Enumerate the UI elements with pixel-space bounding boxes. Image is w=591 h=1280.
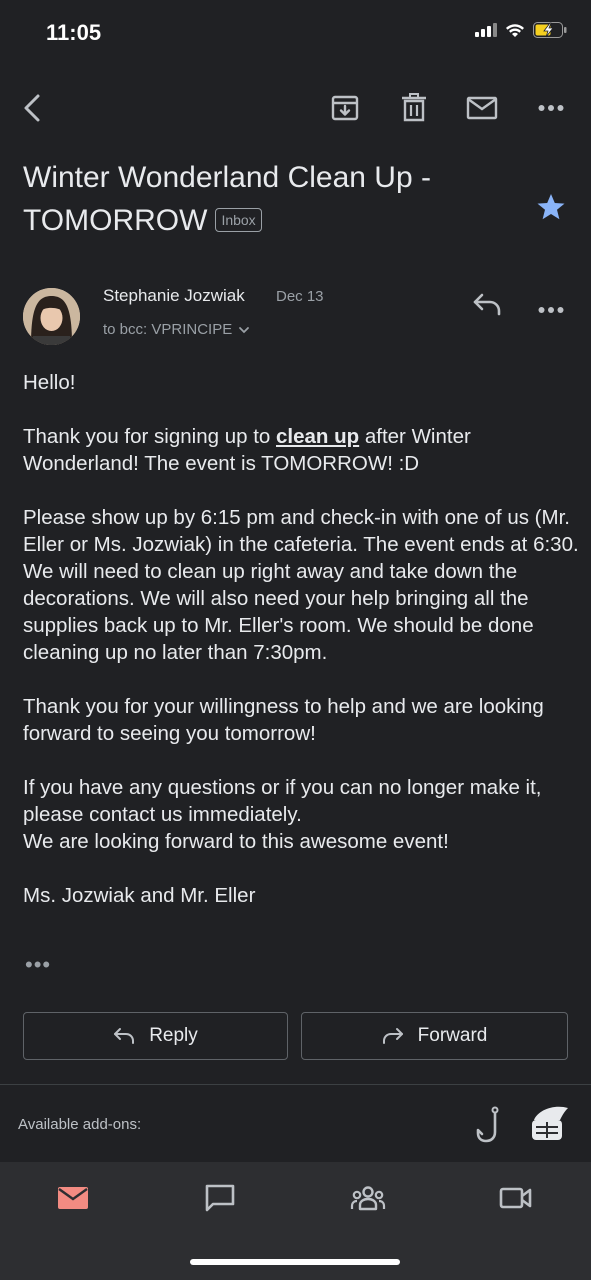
wifi-icon	[506, 23, 524, 37]
sender-avatar[interactable]	[23, 288, 80, 345]
reply-icon	[114, 1028, 135, 1044]
show-trimmed-content-button[interactable]: •••	[25, 952, 51, 978]
nav-spaces-tab[interactable]	[350, 1180, 386, 1216]
nav-mail-tab[interactable]	[55, 1180, 91, 1216]
email-subject: Winter Wonderland Clean Up - TOMORROW Inb…	[23, 156, 483, 242]
nav-meet-tab[interactable]	[498, 1180, 534, 1216]
hook-addon-icon	[476, 1106, 499, 1143]
notes-addon-icon	[532, 1106, 568, 1140]
reply-button[interactable]: Reply	[23, 1012, 288, 1060]
body-paragraph: Please show up by 6:15 pm and check-in w…	[23, 506, 579, 664]
body-text-segment: Thank you for signing up to	[23, 425, 276, 448]
divider	[0, 1084, 591, 1085]
archive-icon	[331, 95, 359, 121]
clean-up-link[interactable]: clean up	[276, 425, 359, 448]
home-indicator[interactable]	[190, 1259, 400, 1265]
chat-icon	[205, 1184, 235, 1212]
signal-icon	[475, 23, 497, 37]
archive-button[interactable]	[329, 92, 361, 124]
greeting: Hello!	[23, 371, 76, 394]
addons-label: Available add-ons:	[18, 1116, 142, 1133]
body-paragraph: We are looking forward to this awesome e…	[23, 830, 449, 853]
star-button[interactable]	[536, 193, 566, 226]
status-icons	[475, 22, 567, 38]
delete-icon	[402, 93, 426, 122]
reply-quick-button[interactable]	[472, 292, 502, 321]
body-paragraph: Thank you for signing up to clean up aft…	[23, 423, 583, 477]
nav-chat-tab[interactable]	[202, 1180, 238, 1216]
recipients-toggle[interactable]: to bcc: VPRINCIPE	[103, 321, 250, 338]
back-icon	[24, 94, 40, 122]
hook-addon-button[interactable]	[472, 1106, 502, 1149]
forward-icon	[382, 1028, 403, 1044]
sent-date: Dec 13	[276, 288, 324, 305]
inbox-label-badge[interactable]: Inbox	[215, 208, 262, 232]
more-icon	[538, 105, 564, 111]
body-paragraph: If you have any questions or if you can …	[23, 776, 542, 826]
recipients-text: to bcc: VPRINCIPE	[103, 321, 233, 338]
sender-name[interactable]: Stephanie Jozwiak	[103, 286, 245, 306]
status-time: 11:05	[46, 20, 102, 45]
reply-icon	[473, 293, 501, 316]
avatar-photo-icon	[23, 288, 80, 345]
chevron-down-icon	[239, 326, 250, 333]
mark-unread-button[interactable]	[466, 92, 498, 124]
battery-charging-icon	[533, 22, 567, 38]
more-icon	[538, 307, 564, 313]
more-options-button[interactable]	[535, 92, 567, 124]
back-button[interactable]	[16, 92, 48, 124]
mail-icon	[58, 1187, 88, 1209]
signature: Ms. Jozwiak and Mr. Eller	[23, 884, 256, 907]
notes-addon-button[interactable]	[530, 1106, 570, 1147]
message-more-button[interactable]	[538, 301, 564, 319]
meet-icon	[499, 1187, 532, 1209]
spaces-icon	[350, 1186, 386, 1211]
email-body: Hello! Thank you for signing up to clean…	[23, 369, 583, 909]
reply-label: Reply	[149, 1025, 198, 1046]
mark-unread-icon	[466, 96, 498, 120]
forward-label: Forward	[417, 1025, 488, 1046]
body-paragraph: Thank you for your willingness to help a…	[23, 695, 544, 745]
star-icon	[537, 194, 565, 220]
delete-button[interactable]	[398, 92, 430, 124]
forward-button[interactable]: Forward	[301, 1012, 568, 1060]
